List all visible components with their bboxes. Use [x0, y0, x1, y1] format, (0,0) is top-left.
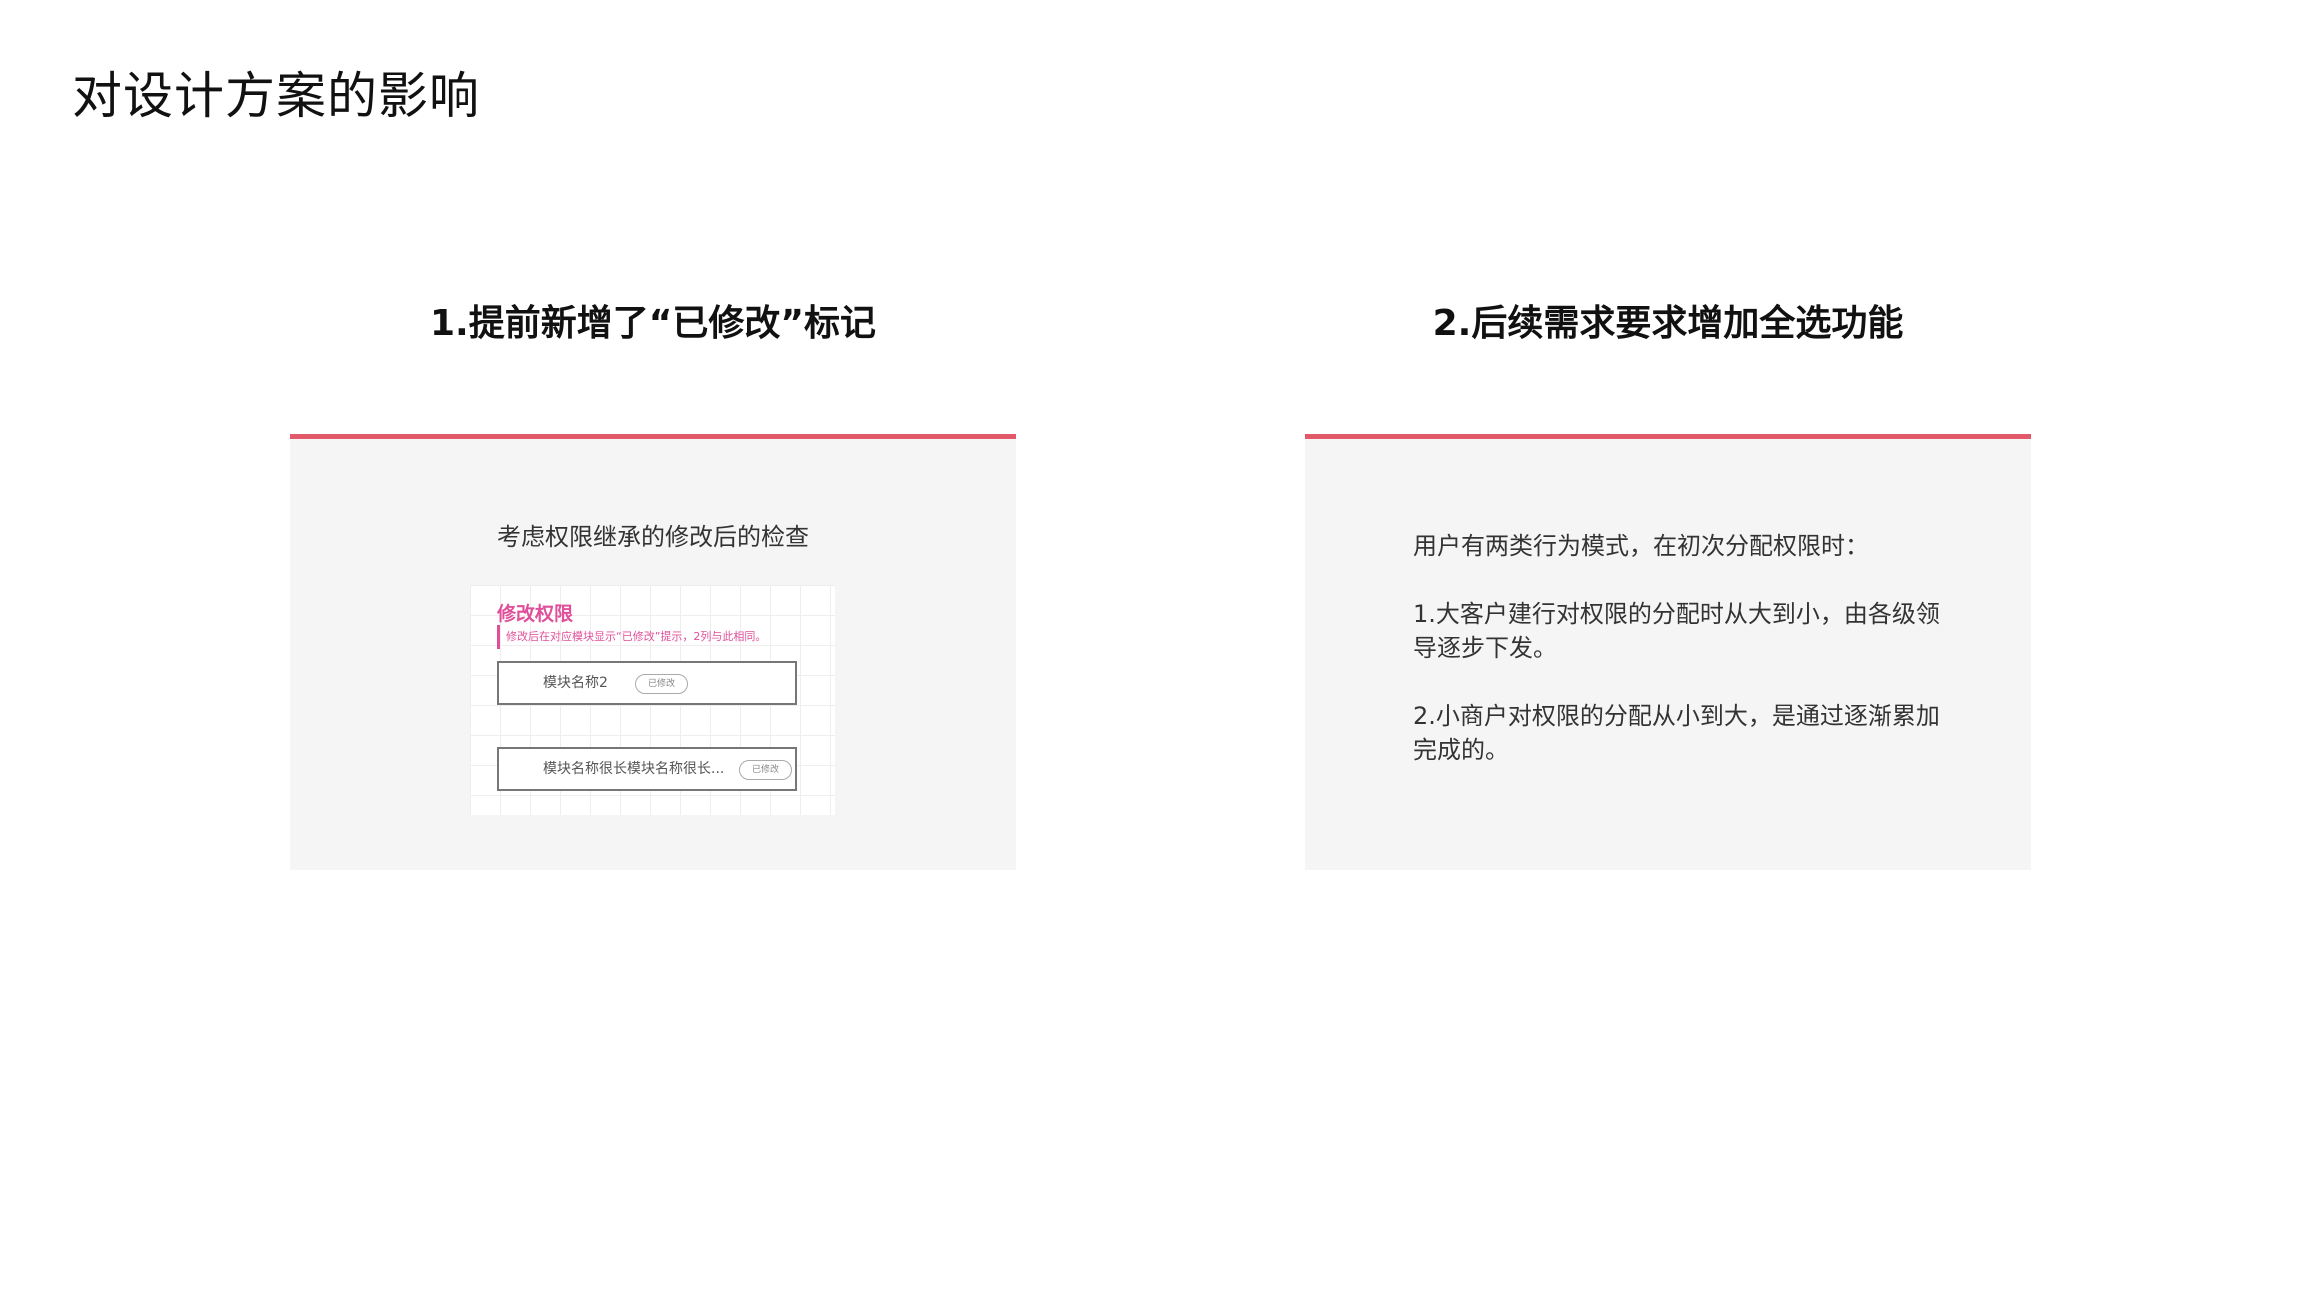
paragraph: 2.小商户对权限的分配从小到大，是通过逐渐累加完成的。 [1413, 702, 1940, 764]
mock-title: 修改权限 [497, 603, 574, 625]
card-caption: 考虑权限继承的修改后的检查 [497, 523, 809, 551]
card-modified-marker: 考虑权限继承的修改后的检查 修改权限 修改后在对应模块显示“已修改”提示，2列与… [290, 434, 1016, 870]
modified-badge: 已修改 [739, 760, 793, 780]
card-body-text: 用户有两类行为模式，在初次分配权限时： 1.大客户建行对权限的分配时从大到小，由… [1413, 529, 1953, 801]
module-name: 模块名称很长模块名称很长... [543, 761, 725, 777]
section-heading-select-all: 2.后续需求要求增加全选功能 [1432, 303, 1904, 344]
module-name: 模块名称2 [543, 675, 608, 691]
module-row: 模块名称很长模块名称很长... 已修改 [497, 747, 797, 791]
paragraph: 用户有两类行为模式，在初次分配权限时： [1413, 532, 1869, 560]
slide: 对设计方案的影响 1.提前新增了“已修改”标记 2.后续需求要求增加全选功能 考… [0, 0, 2304, 1296]
section-heading-marker: 1.提前新增了“已修改”标记 [429, 303, 877, 344]
modified-badge: 已修改 [635, 674, 689, 694]
card-select-all: 用户有两类行为模式，在初次分配权限时： 1.大客户建行对权限的分配时从大到小，由… [1305, 434, 2031, 870]
paragraph: 1.大客户建行对权限的分配时从大到小，由各级领导逐步下发。 [1413, 600, 1940, 662]
module-row: 模块名称2 已修改 [497, 661, 797, 705]
permission-mock-screenshot: 修改权限 修改后在对应模块显示“已修改”提示，2列与此相同。 模块名称2 已修改… [470, 585, 835, 815]
page-title: 对设计方案的影响 [72, 67, 480, 125]
mock-note: 修改后在对应模块显示“已修改”提示，2列与此相同。 [497, 625, 766, 649]
